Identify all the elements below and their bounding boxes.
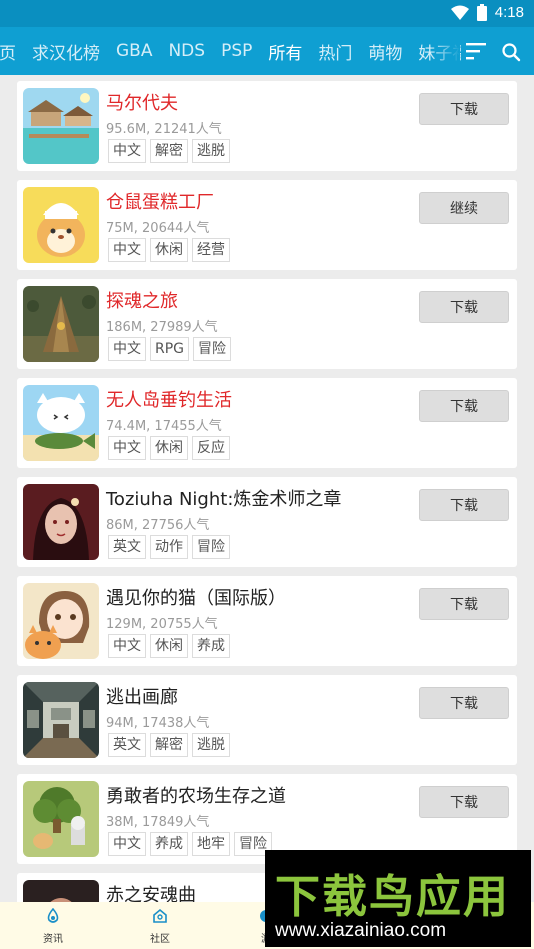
watermark-logo: 下载鸟应用 www.xiazainiao.com (265, 850, 531, 947)
farm-thumb[interactable] (23, 781, 99, 857)
download-button[interactable]: 下载 (419, 786, 509, 818)
game-tag: 英文 (108, 535, 146, 559)
tab-2[interactable]: GBA (108, 41, 160, 61)
game-tag: 养成 (192, 634, 230, 658)
clock: 4:18 (494, 4, 524, 21)
game-tag: 动作 (150, 535, 188, 559)
game-tag: 中文 (108, 832, 146, 856)
tab-1[interactable]: 求汉化榜 (24, 39, 108, 64)
game-card[interactable]: Toziuha Night:炼金术师之章 86M, 27756人气英文 动作 冒险 下载 (17, 477, 517, 567)
tab-fade (430, 27, 460, 75)
game-tags: 中文 养成 地牢 冒险 (108, 832, 272, 856)
game-tags: 英文 解密 逃脱 (108, 733, 230, 757)
game-tag: 休闲 (150, 436, 188, 460)
game-title[interactable]: 仓鼠蛋糕工厂 (106, 188, 214, 214)
game-tags: 中文 休闲 经营 (108, 238, 230, 262)
game-size-popularity: 129M, 20755人气 (106, 617, 218, 632)
cat-girl-thumb[interactable] (23, 583, 99, 659)
game-size-popularity: 186M, 27989人气 (106, 320, 218, 335)
game-title[interactable]: 遇见你的猫（国际版） (106, 584, 286, 610)
fishing-cat-thumb[interactable] (23, 385, 99, 461)
sort-menu-icon[interactable] (465, 41, 487, 61)
game-size-popularity: 86M, 27756人气 (106, 518, 210, 533)
game-tag: 中文 (108, 337, 146, 361)
nav-news-label: 资讯 (43, 934, 63, 945)
game-tag: 经营 (192, 238, 230, 262)
continue-button[interactable]: 继续 (419, 192, 509, 224)
tab-5[interactable]: 所有 (260, 39, 310, 64)
download-button[interactable]: 下载 (419, 291, 509, 323)
game-tag: 冒险 (193, 337, 232, 361)
download-button[interactable]: 下载 (419, 390, 509, 422)
toziuha-thumb[interactable] (23, 484, 99, 560)
game-tag: 逃脱 (192, 139, 230, 163)
game-tag: 地牢 (192, 832, 230, 856)
game-tag: 中文 (108, 139, 146, 163)
game-title[interactable]: 逃出画廊 (106, 683, 178, 709)
game-size-popularity: 38M, 17849人气 (106, 815, 210, 830)
hamster-thumb[interactable] (23, 187, 99, 263)
nav-news[interactable]: 资讯 (23, 907, 83, 945)
game-tag: 冒险 (192, 535, 230, 559)
game-tag: 解密 (150, 733, 188, 757)
tab-0[interactable]: 页 (0, 39, 24, 64)
download-button[interactable]: 下载 (419, 687, 509, 719)
game-tag: 解密 (150, 139, 188, 163)
tab-7[interactable]: 萌物 (360, 39, 410, 64)
soul-journey-thumb[interactable] (23, 286, 99, 362)
game-title[interactable]: Toziuha Night:炼金术师之章 (106, 485, 341, 511)
game-size-popularity: 75M, 20644人气 (106, 221, 210, 236)
game-title[interactable]: 勇敢者的农场生存之道 (106, 782, 286, 808)
game-tags: 中文 解密 逃脱 (108, 139, 230, 163)
game-tag: 养成 (150, 832, 188, 856)
game-tag: 休闲 (150, 238, 188, 262)
battery-icon (476, 4, 487, 21)
game-tag: 中文 (108, 634, 146, 658)
game-size-popularity: 94M, 17438人气 (106, 716, 210, 731)
maldives-thumb[interactable] (23, 88, 99, 164)
game-size-popularity: 74.4M, 17455人气 (106, 419, 222, 434)
game-tag: 英文 (108, 733, 146, 757)
status-bar: 4:18 (0, 0, 534, 27)
gallery-thumb[interactable] (23, 682, 99, 758)
tab-3[interactable]: NDS (160, 41, 213, 61)
watermark-url: www.xiazainiao.com (275, 920, 447, 941)
game-card[interactable]: 探魂之旅 186M, 27989人气中文 RPG 冒险 下载 (17, 279, 517, 369)
game-tag: 休闲 (150, 634, 188, 658)
news-icon (47, 907, 59, 923)
game-title[interactable]: 无人岛垂钓生活 (106, 386, 232, 412)
download-button[interactable]: 下载 (419, 588, 509, 620)
game-size-popularity: 95.6M, 21241人气 (106, 122, 222, 137)
community-icon (153, 908, 167, 923)
nav-community[interactable]: 社区 (130, 908, 190, 945)
download-button[interactable]: 下载 (419, 489, 509, 521)
game-card[interactable]: 仓鼠蛋糕工厂 75M, 20644人气中文 休闲 经营 继续 (17, 180, 517, 270)
game-tags: 英文 动作 冒险 (108, 535, 230, 559)
game-card[interactable]: 逃出画廊 94M, 17438人气英文 解密 逃脱 下载 (17, 675, 517, 765)
game-tag: 中文 (108, 436, 146, 460)
game-card[interactable]: 马尔代夫 95.6M, 21241人气中文 解密 逃脱 下载 (17, 81, 517, 171)
wifi-icon (450, 5, 469, 20)
watermark-title: 下载鸟应用 (275, 870, 511, 923)
download-button[interactable]: 下载 (419, 93, 509, 125)
tab-4[interactable]: PSP (213, 41, 260, 61)
game-title[interactable]: 探魂之旅 (106, 287, 178, 313)
game-tags: 中文 休闲 反应 (108, 436, 230, 460)
search-icon[interactable] (501, 42, 521, 62)
game-card[interactable]: 遇见你的猫（国际版） 129M, 20755人气中文 休闲 养成 下载 (17, 576, 517, 666)
game-tag: 中文 (108, 238, 146, 262)
nav-community-label: 社区 (150, 934, 170, 945)
game-tag: 逃脱 (192, 733, 230, 757)
game-card[interactable]: 无人岛垂钓生活 74.4M, 17455人气中文 休闲 反应 下载 (17, 378, 517, 468)
game-tag: RPG (150, 337, 190, 361)
game-title[interactable]: 马尔代夫 (106, 89, 178, 115)
game-tag: 反应 (192, 436, 230, 460)
tab-list: 页求汉化榜GBANDSPSP所有热门萌物妹子福利 (0, 27, 461, 75)
tab-6[interactable]: 热门 (310, 39, 360, 64)
game-tags: 中文 RPG 冒险 (108, 337, 232, 361)
category-tab-bar: 页求汉化榜GBANDSPSP所有热门萌物妹子福利 (0, 27, 534, 75)
game-tags: 中文 休闲 养成 (108, 634, 230, 658)
